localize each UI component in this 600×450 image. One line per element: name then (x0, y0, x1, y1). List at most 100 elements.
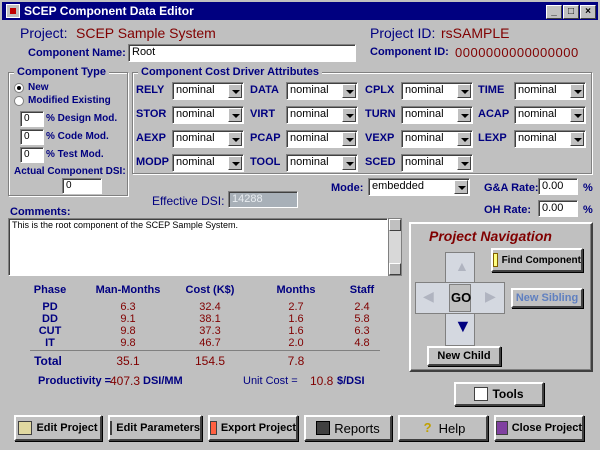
oh-rate-field[interactable]: 0.00 (538, 200, 578, 217)
tools-button[interactable]: Tools (454, 382, 544, 406)
table-header-0: Phase (33, 284, 67, 296)
find-component-button[interactable]: Find Component (491, 248, 583, 272)
nav-up-icon[interactable]: ▲ (455, 258, 469, 274)
ga-rate-field[interactable]: 0.00 (538, 178, 578, 195)
driver-select-1-0[interactable]: nominal (172, 106, 244, 124)
driver-select-1-3[interactable]: nominal (514, 106, 586, 124)
driver-select-3-1[interactable]: nominal (286, 154, 358, 172)
chevron-down-icon[interactable] (228, 156, 242, 170)
new-radio[interactable] (14, 83, 24, 93)
table-cell: 9.8 (120, 337, 136, 349)
code-mod-field[interactable]: 0 (20, 129, 44, 145)
scroll-down-icon[interactable] (389, 263, 401, 275)
phase-name: CUT (38, 325, 62, 337)
export-arrow-icon (210, 421, 217, 435)
chevron-down-icon[interactable] (570, 132, 584, 146)
table-cell: 2.0 (288, 337, 304, 349)
edit-parameters-button[interactable]: Edit Parameters (108, 415, 202, 441)
chevron-down-icon[interactable] (570, 84, 584, 98)
driver-select-3-2[interactable]: nominal (401, 154, 473, 172)
comments-scrollbar[interactable] (388, 218, 402, 276)
driver-label-3-2: SCED (365, 156, 396, 168)
comments-text: This is the root component of the SCEP S… (12, 220, 238, 230)
design-mod-label: % Design Mod. (46, 113, 118, 124)
maximize-button[interactable]: □ (563, 5, 579, 19)
table-cell: 2.4 (354, 301, 370, 313)
driver-label-2-1: PCAP (250, 132, 281, 144)
driver-label-1-3: ACAP (478, 108, 510, 120)
close-window-button[interactable]: × (580, 5, 596, 19)
test-mod-label: % Test Mod. (46, 149, 104, 160)
new-sibling-button[interactable]: New Sibling (511, 288, 583, 308)
chevron-down-icon[interactable] (457, 156, 471, 170)
mode-select[interactable]: embedded (368, 178, 470, 196)
chevron-down-icon[interactable] (457, 84, 471, 98)
help-button[interactable]: ? Help (398, 415, 488, 441)
driver-select-0-3[interactable]: nominal (514, 82, 586, 100)
app-icon (6, 4, 20, 18)
chevron-down-icon[interactable] (457, 132, 471, 146)
driver-value: nominal (176, 132, 215, 144)
edit-parameters-icon (110, 421, 113, 435)
chevron-down-icon[interactable] (228, 84, 242, 98)
actual-dsi-field[interactable]: 0 (62, 178, 102, 194)
chevron-down-icon[interactable] (342, 84, 356, 98)
reports-button[interactable]: Reports (304, 415, 392, 441)
component-id-value: 0000000000000000 (455, 45, 579, 60)
design-mod-field[interactable]: 0 (20, 111, 44, 127)
effective-dsi-field: 14288 (228, 191, 298, 208)
driver-select-2-3[interactable]: nominal (514, 130, 586, 148)
driver-select-0-1[interactable]: nominal (286, 82, 358, 100)
nav-down-icon[interactable]: ▼ (454, 316, 472, 337)
go-button[interactable]: GO (451, 290, 471, 305)
table-divider (30, 350, 380, 351)
chevron-down-icon[interactable] (342, 108, 356, 122)
driver-select-0-2[interactable]: nominal (401, 82, 473, 100)
export-project-button[interactable]: Export Project (208, 415, 298, 441)
project-id-label: Project ID: (370, 25, 436, 41)
phase-name: DD (42, 313, 58, 325)
chevron-down-icon[interactable] (342, 132, 356, 146)
modified-existing-label: Modified Existing (28, 95, 111, 106)
driver-select-3-0[interactable]: nominal (172, 154, 244, 172)
mode-label: Mode: (331, 182, 364, 194)
driver-value: nominal (176, 108, 215, 120)
component-name-label: Component Name: (28, 47, 126, 59)
chevron-down-icon[interactable] (457, 108, 471, 122)
driver-label-1-0: STOR (136, 108, 167, 120)
new-label: New (28, 82, 49, 93)
project-id-value: rsSAMPLE (441, 25, 510, 41)
minimize-button[interactable]: _ (546, 5, 562, 19)
new-child-button[interactable]: New Child (427, 346, 501, 366)
ga-rate-label: G&A Rate: (484, 182, 539, 194)
edit-project-button[interactable]: Edit Project (14, 415, 102, 441)
question-mark-icon: ? (423, 420, 432, 435)
chevron-down-icon[interactable] (454, 180, 468, 194)
edit-project-icon (18, 421, 33, 435)
driver-select-0-0[interactable]: nominal (172, 82, 244, 100)
chevron-down-icon[interactable] (570, 108, 584, 122)
modified-existing-radio[interactable] (14, 96, 24, 106)
chevron-down-icon[interactable] (228, 132, 242, 146)
driver-value: nominal (290, 156, 329, 168)
driver-select-1-2[interactable]: nominal (401, 106, 473, 124)
comments-textarea[interactable]: This is the root component of the SCEP S… (8, 218, 388, 276)
close-project-button[interactable]: Close Project (494, 415, 584, 441)
nav-right-icon[interactable]: ▶ (485, 288, 496, 305)
total-label: Total (34, 354, 62, 368)
oh-rate-pct: % (583, 204, 593, 216)
chevron-down-icon[interactable] (228, 108, 242, 122)
driver-select-2-0[interactable]: nominal (172, 130, 244, 148)
total-cell: 7.8 (287, 354, 305, 368)
driver-select-2-1[interactable]: nominal (286, 130, 358, 148)
chevron-down-icon[interactable] (342, 156, 356, 170)
scroll-up-icon[interactable] (389, 219, 401, 231)
component-name-field[interactable]: Root (128, 44, 356, 62)
test-mod-field[interactable]: 0 (20, 147, 44, 163)
driver-select-1-1[interactable]: nominal (286, 106, 358, 124)
driver-label-0-1: DATA (250, 84, 279, 96)
driver-value: nominal (176, 156, 215, 168)
unit-cost-unit: $/DSI (337, 375, 365, 387)
driver-select-2-2[interactable]: nominal (401, 130, 473, 148)
nav-left-icon[interactable]: ◀ (423, 288, 434, 305)
